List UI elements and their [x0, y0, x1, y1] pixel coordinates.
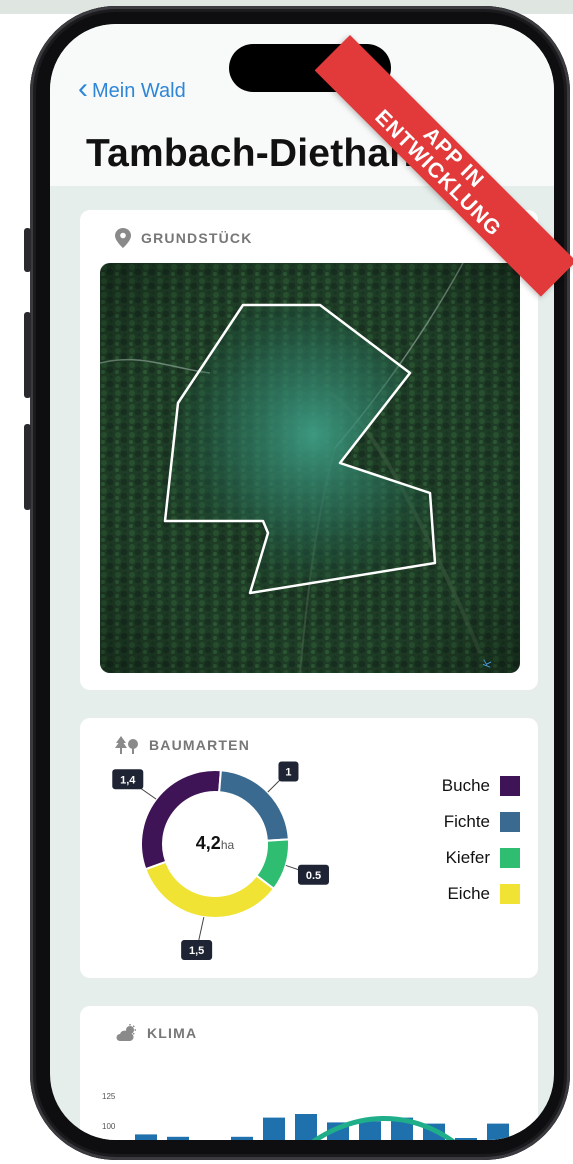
donut-slice-eiche[interactable] — [144, 860, 276, 919]
donut-value-label: 1 — [285, 767, 291, 779]
legend-item: Buche — [400, 768, 520, 804]
klima-bar[interactable] — [295, 1114, 317, 1140]
klima-bar[interactable] — [135, 1134, 157, 1140]
donut-slice-buche[interactable] — [140, 769, 222, 871]
baumarten-donut-chart[interactable]: 1,4 1 0.5 1,5 4,2ha — [100, 754, 330, 974]
grundstueck-card: GRUNDSTÜCK K — [80, 210, 538, 690]
donut-value-label: 1,4 — [120, 774, 136, 786]
klima-chart[interactable]: 125 100 — [80, 1006, 538, 1140]
donut-value-label: 1,5 — [189, 945, 204, 957]
location-pin-icon — [115, 228, 131, 248]
baumarten-card-header: BAUMARTEN — [115, 736, 250, 754]
legend-item: Fichte — [400, 804, 520, 840]
klima-y-tick: 125 — [102, 1092, 116, 1101]
baumarten-card: BAUMARTEN 1,4 1 0.5 1,5 4,2ha Buche Fichte Ki… — [80, 718, 538, 978]
donut-center-label: 4,2ha — [196, 833, 235, 853]
page-title: Tambach-Dietharz — [86, 132, 425, 175]
klima-bar[interactable] — [231, 1136, 253, 1140]
klima-y-tick: 100 — [102, 1122, 116, 1131]
volume-up-button — [24, 312, 31, 398]
klima-bar[interactable] — [455, 1138, 477, 1140]
grundstueck-card-title: GRUNDSTÜCK — [141, 230, 253, 246]
legend-item: Kiefer — [400, 840, 520, 876]
legend-label: Buche — [441, 776, 490, 795]
donut-slice-fichte[interactable] — [218, 769, 290, 842]
klima-card: KLIMA 125 100 — [80, 1006, 538, 1140]
legend-item: Eiche — [400, 876, 520, 912]
back-button[interactable]: ‹ Mein Wald — [78, 72, 186, 105]
back-label: Mein Wald — [92, 79, 186, 102]
chevron-left-icon: ‹ — [78, 72, 88, 105]
baumarten-card-title: BAUMARTEN — [149, 737, 251, 753]
klima-bar[interactable] — [487, 1123, 509, 1140]
trees-icon — [115, 736, 138, 754]
grundstueck-card-header: GRUNDSTÜCK — [115, 228, 253, 248]
parcel-map[interactable]: K — [100, 263, 520, 673]
donut-center-value: 4,2 — [196, 833, 221, 853]
klima-bar[interactable] — [263, 1117, 285, 1140]
legend-swatch — [500, 776, 520, 796]
klima-bar[interactable] — [167, 1136, 189, 1140]
legend-swatch — [500, 812, 520, 832]
legend-swatch — [500, 884, 520, 904]
legend-swatch — [500, 848, 520, 868]
parcel-map-svg: K — [100, 263, 520, 673]
volume-down-button — [24, 424, 31, 510]
mute-switch — [24, 228, 31, 272]
klima-bar[interactable] — [359, 1121, 381, 1140]
baumarten-legend: Buche Fichte Kiefer Eiche — [400, 768, 520, 912]
legend-label: Fichte — [443, 812, 490, 831]
donut-center-unit: ha — [221, 838, 235, 852]
donut-value-label: 0.5 — [306, 870, 321, 882]
legend-label: Kiefer — [445, 848, 490, 867]
legend-label: Eiche — [447, 884, 490, 903]
page: ‹ Mein Wald Tambach-Dietharz GRUNDSTÜCK — [0, 0, 573, 1164]
